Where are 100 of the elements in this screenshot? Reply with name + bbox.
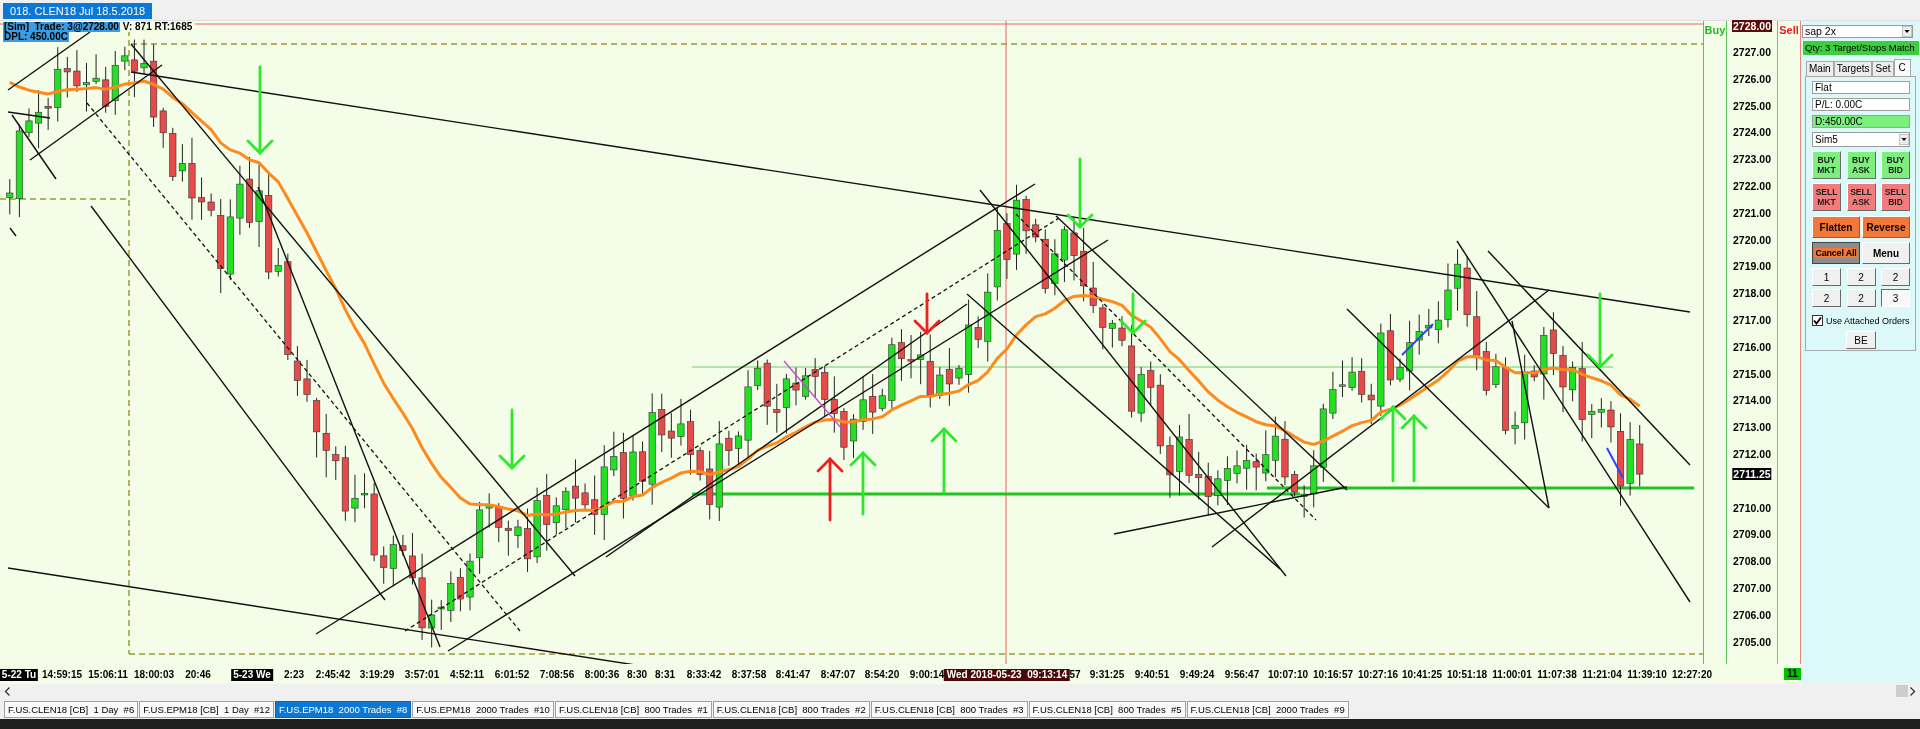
buy-column-label: Buy	[1704, 24, 1726, 36]
scrollbar-thumb[interactable]	[1896, 685, 1908, 697]
sell-column[interactable]: Sell	[1777, 21, 1801, 664]
price-axis-label: 2721.00	[1732, 206, 1772, 219]
sell-order-button[interactable]: SELL MKT	[1812, 183, 1841, 211]
down-arrow-icon	[1119, 292, 1147, 335]
price-axis-label: 2708.00	[1732, 555, 1772, 568]
price-axis-label: 2720.00	[1732, 233, 1772, 246]
time-axis-label: 6:01:52	[494, 669, 530, 681]
quantity-button[interactable]: 3	[1881, 289, 1910, 307]
quantity-button[interactable]: 2	[1812, 289, 1841, 307]
time-axis-label: 8:30	[627, 669, 647, 681]
trend-line	[9, 227, 17, 237]
account-dropdown[interactable]: Sim5	[1812, 132, 1910, 147]
time-axis-label: 9:56:47	[1224, 669, 1260, 681]
panel-tab[interactable]: Set	[1872, 61, 1894, 76]
date-axis-label: 5-22 Tu	[0, 669, 39, 681]
status-banner: Qty: 3 Target/Stops Match	[1803, 41, 1919, 55]
up-arrow-icon	[849, 451, 877, 516]
quantity-button[interactable]: 1	[1812, 268, 1841, 286]
time-axis-label: 10:16:57	[1313, 669, 1353, 681]
quantity-button[interactable]: 2	[1846, 289, 1876, 307]
chart-tab[interactable]: F.US.CLEN18 [CB] 1 Day #6	[4, 701, 139, 718]
buy-order-button[interactable]: BUY ASK	[1846, 151, 1876, 179]
price-axis-label: 2722.00	[1732, 180, 1772, 192]
quantity-button[interactable]: 2	[1881, 268, 1910, 286]
trade-info-label: [Sim] Trade: 3@2728.00	[3, 22, 120, 32]
price-axis-label: 2726.00	[1732, 72, 1772, 85]
time-axis-label: 9:00:14	[909, 669, 945, 681]
time-axis-label: 20:46	[185, 669, 211, 681]
sell-order-button[interactable]: SELL BID	[1881, 183, 1910, 211]
date-axis-label: 5-23 We	[231, 669, 273, 681]
time-axis-label: 11:21:04	[1582, 669, 1622, 681]
chart-tab[interactable]: F.US.CLEN18 [CB] 800 Trades #3	[870, 701, 1028, 718]
time-axis-label: 12:27:20	[1672, 669, 1712, 681]
time-axis-label: 57	[1069, 669, 1081, 681]
price-axis-label: 2710.00	[1732, 501, 1772, 514]
chart-tab[interactable]: F.US.EPM18 2000 Trades #10	[412, 701, 554, 718]
down-arrow-icon	[498, 408, 526, 470]
drawing-line	[1606, 447, 1624, 479]
price-axis-label: 2724.00	[1732, 126, 1772, 139]
menu-button[interactable]: Menu	[1862, 242, 1910, 264]
price-axis-label: 2723.00	[1732, 153, 1772, 166]
time-axis-label: 10:07:10	[1268, 669, 1308, 681]
time-axis-label: 11:39:10	[1627, 669, 1667, 681]
checkmark-icon	[1813, 316, 1822, 325]
time-axis-label: 14:59:15	[42, 669, 82, 681]
chart-tab[interactable]: F.US.CLEN18 [CB] 800 Trades #1	[554, 701, 712, 718]
quantity-button[interactable]: 2	[1846, 268, 1876, 286]
dropdown-arrow-icon[interactable]	[1902, 26, 1912, 37]
dropdown-arrow-icon[interactable]	[1899, 134, 1909, 145]
chart-tab[interactable]: F.US.CLEN18 [CB] 800 Trades #2	[712, 701, 870, 718]
down-arrow-icon	[1066, 157, 1094, 229]
price-axis-label: 2709.00	[1732, 528, 1772, 541]
time-axis-label: 8:33:42	[686, 669, 722, 681]
time-axis-label: 10:41:25	[1402, 669, 1442, 681]
price-axis-label: 2706.00	[1732, 608, 1772, 621]
daily-pl-field: D:450.00C	[1812, 115, 1910, 128]
time-axis-label: 3:19:29	[359, 669, 395, 681]
strategy-dropdown[interactable]: sap 2x	[1802, 25, 1913, 38]
cursor-price-label: 2728.00	[1732, 20, 1772, 32]
time-axis-label: 8:54:20	[864, 669, 900, 681]
buy-order-button[interactable]: BUY MKT	[1812, 151, 1841, 179]
time-axis-label: 9:40:51	[1134, 669, 1170, 681]
flatten-button[interactable]: Flatten	[1812, 216, 1860, 238]
price-axis-label: 2707.00	[1732, 582, 1772, 594]
attached-orders-label: Use Attached Orders	[1826, 315, 1910, 326]
panel-tab[interactable]: Targets	[1833, 61, 1873, 76]
up-arrow-icon	[930, 427, 958, 495]
time-axis-label: 10:51:18	[1447, 669, 1487, 681]
profit-loss-field: P/L: 0.00C	[1812, 98, 1910, 111]
up-arrow-icon	[1379, 405, 1407, 483]
breakeven-button[interactable]: BE	[1846, 331, 1876, 349]
price-axis-label: 2713.00	[1732, 421, 1772, 434]
time-axis-label: 4:52:11	[450, 669, 484, 681]
chart-window-tab[interactable]: 018. CLEN18 Jul 18.5.2018	[3, 3, 153, 19]
checkbox[interactable]	[1812, 315, 1823, 326]
chart-tab[interactable]: F.US.CLEN18 [CB] 2000 Trades #9	[1186, 701, 1349, 718]
reverse-button[interactable]: Reverse	[1862, 216, 1910, 238]
price-axis-label: 2705.00	[1732, 635, 1772, 648]
count-badge: 11	[1784, 668, 1801, 680]
time-axis-label: 8:41:47	[775, 669, 811, 681]
scroll-right-icon[interactable]	[1908, 685, 1917, 697]
sell-order-button[interactable]: SELL ASK	[1846, 183, 1876, 211]
panel-tab[interactable]: Main	[1806, 61, 1834, 76]
chart-tab[interactable]: F.US.CLEN18 [CB] 800 Trades #5	[1028, 701, 1186, 718]
time-axis-label: 10:27:16	[1358, 669, 1398, 681]
chart-tab[interactable]: F.US.EPM18 [CB] 1 Day #12	[139, 701, 274, 718]
time-axis-label: 18:00:03	[134, 669, 174, 681]
chart-tab[interactable]: F.US.EPM18 2000 Trades #8	[274, 701, 412, 718]
down-arrow-icon	[246, 65, 274, 155]
price-axis-label: 2716.00	[1732, 340, 1772, 353]
scroll-left-icon[interactable]	[3, 685, 12, 697]
price-axis-label: 2715.00	[1732, 367, 1772, 380]
price-axis-label: 2718.00	[1732, 287, 1772, 300]
cancel-all-button[interactable]: Cancel All	[1812, 242, 1860, 264]
position-field: Flat	[1812, 81, 1910, 94]
time-axis-label: 8:47:07	[820, 669, 856, 681]
buy-order-button[interactable]: BUY BID	[1881, 151, 1910, 179]
price-axis-label: 2712.00	[1732, 448, 1772, 460]
